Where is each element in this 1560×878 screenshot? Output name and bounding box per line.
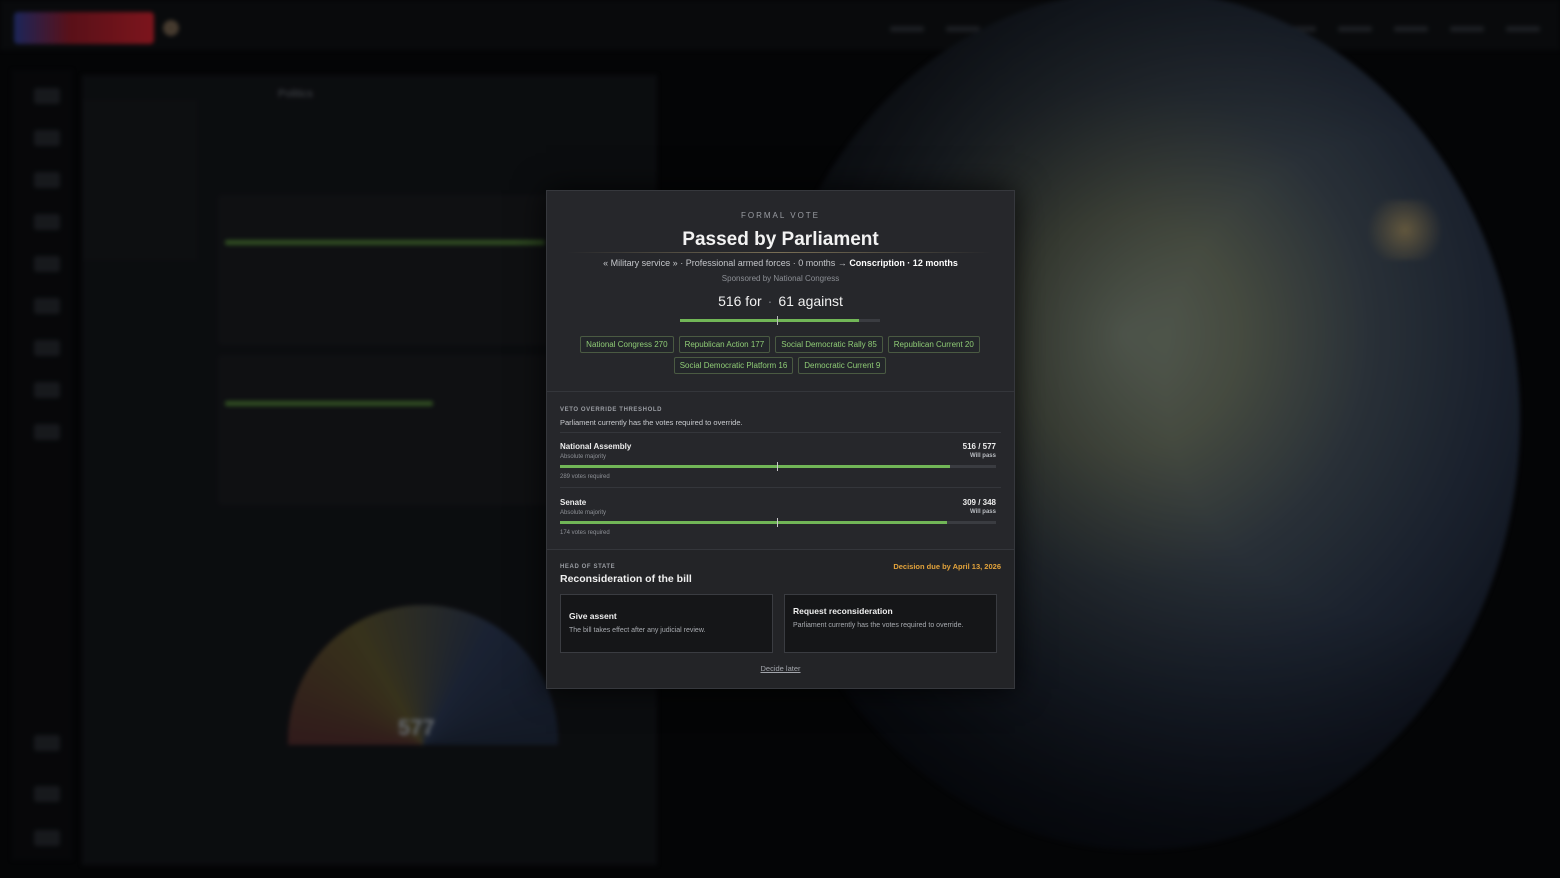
chamber-status: Will pass [970, 453, 996, 459]
chamber-majority: Absolute majority [560, 510, 607, 516]
chamber-required: 289 votes required [560, 474, 610, 480]
chamber-national-assembly: National Assembly Absolute majority 516 … [560, 442, 996, 492]
chamber-status: Will pass [970, 509, 996, 515]
arrow-icon: → [837, 258, 847, 268]
majority-marker [777, 316, 778, 325]
chamber-required: 174 votes required [560, 530, 610, 536]
veto-threshold-text: Parliament currently has the votes requi… [560, 418, 743, 427]
formal-vote-modal: FORMAL VOTE Passed by Parliament « Milit… [546, 190, 1015, 689]
veto-threshold-label: VETO OVERRIDE THRESHOLD [560, 407, 663, 413]
section-divider [547, 391, 1014, 392]
option-description: Parliament currently has the votes requi… [793, 622, 964, 629]
option-description: The bill takes effect after any judicial… [569, 627, 706, 634]
chamber-count: 516 / 577 [962, 442, 996, 451]
party-chip: Social Democratic Platform 16 [673, 357, 794, 374]
decision-due: Decision due by April 13, 2026 [893, 562, 1001, 571]
votes-for: 516 for [718, 293, 762, 309]
threshold-marker [777, 518, 778, 527]
tally-bar-fill [680, 319, 859, 322]
threshold-marker [777, 462, 778, 471]
title-divider [567, 252, 991, 253]
party-chip: National Congress 270 [580, 336, 674, 353]
chamber-majority: Absolute majority [560, 454, 607, 460]
chamber-count: 309 / 348 [962, 498, 996, 507]
party-chip: Republican Action 177 [678, 336, 771, 353]
section-divider [547, 549, 1014, 550]
chamber-bar-fill [560, 465, 950, 468]
party-chips: National Congress 270 Republican Action 1… [565, 336, 995, 374]
chamber-senate: Senate Absolute majority 309 / 348 Will … [560, 498, 996, 548]
votes-against: 61 against [778, 293, 843, 309]
bill-name: « Military service » [603, 258, 678, 268]
option-title: Request reconsideration [793, 606, 893, 616]
chamber-name: Senate [560, 498, 587, 507]
bill-change: « Military service » · Professional arme… [603, 258, 958, 268]
give-assent-button[interactable]: Give assent The bill takes effect after … [560, 594, 773, 653]
request-reconsideration-button[interactable]: Request reconsideration Parliament curre… [784, 594, 997, 653]
bill-to: Conscription · 12 months [849, 258, 958, 268]
modal-eyebrow: FORMAL VOTE [740, 211, 821, 220]
vote-tally: 516 for · 61 against [718, 293, 843, 309]
decide-later-link[interactable]: Decide later [547, 664, 1014, 673]
chamber-name: National Assembly [560, 442, 632, 451]
party-chip: Republican Current 20 [887, 336, 980, 353]
party-chip: Social Democratic Rally 85 [775, 336, 883, 353]
bill-sponsor: Sponsored by National Congress [721, 274, 840, 283]
section-divider [560, 487, 1001, 488]
chamber-bar [560, 465, 996, 468]
chamber-bar [560, 521, 996, 524]
bill-from: Professional armed forces · 0 months [685, 258, 836, 268]
modal-title: Passed by Parliament [682, 229, 879, 250]
head-of-state-section: HEAD OF STATE Decision due by April 13, … [547, 549, 1014, 688]
party-chip: Democratic Current 9 [798, 357, 887, 374]
decision-title: Reconsideration of the bill [560, 573, 692, 585]
head-of-state-label: HEAD OF STATE [560, 564, 616, 570]
section-divider [560, 432, 1001, 433]
option-title: Give assent [569, 611, 617, 621]
tally-bar [680, 319, 880, 322]
chamber-bar-fill [560, 521, 948, 524]
